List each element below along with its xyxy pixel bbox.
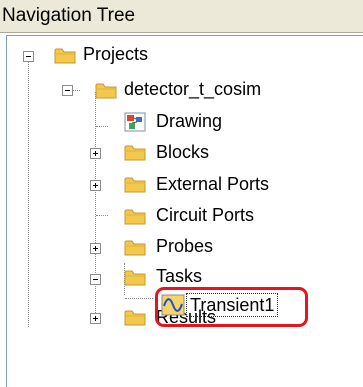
tree-item-project-label[interactable]: detector_t_cosim xyxy=(124,78,261,100)
expand-toggle-tasks[interactable] xyxy=(90,274,101,285)
expand-toggle-results[interactable] xyxy=(90,313,101,324)
tree-item-circuit-ports-label[interactable]: Circuit Ports xyxy=(156,204,254,226)
folder-icon xyxy=(54,48,76,64)
folder-icon xyxy=(124,270,146,286)
tree-content: Projects detector_t_cosim Drawing Blocks xyxy=(0,0,363,387)
expand-toggle-projects[interactable] xyxy=(23,51,34,62)
folder-icon xyxy=(124,177,146,193)
tree-connector xyxy=(96,126,108,127)
expand-toggle-probes[interactable] xyxy=(90,243,101,254)
folder-icon xyxy=(95,83,117,99)
waveform-icon xyxy=(161,294,185,316)
tree-item-probes-label[interactable]: Probes xyxy=(156,235,213,257)
tree-connector xyxy=(96,215,108,216)
folder-icon xyxy=(124,310,146,326)
tree-item-blocks-label[interactable]: Blocks xyxy=(156,141,209,163)
drawing-icon xyxy=(124,112,146,132)
navigation-tree-panel: Navigation Tree Projects detector_t_cosi… xyxy=(0,0,363,387)
tree-item-transient1-label[interactable]: Transient1 xyxy=(186,293,279,317)
folder-icon xyxy=(124,145,146,161)
expand-toggle-project[interactable] xyxy=(62,85,73,96)
tree-item-tasks-label[interactable]: Tasks xyxy=(156,265,202,287)
tree-connector xyxy=(125,298,153,299)
tree-item-drawing-label[interactable]: Drawing xyxy=(156,110,222,132)
tree-connector xyxy=(28,62,29,327)
tree-item-projects-label[interactable]: Projects xyxy=(83,43,148,65)
folder-icon xyxy=(124,209,146,225)
tree-item-external-ports-label[interactable]: External Ports xyxy=(156,173,269,195)
expand-toggle-blocks[interactable] xyxy=(90,148,101,159)
folder-icon xyxy=(124,240,146,256)
expand-toggle-external-ports[interactable] xyxy=(90,180,101,191)
